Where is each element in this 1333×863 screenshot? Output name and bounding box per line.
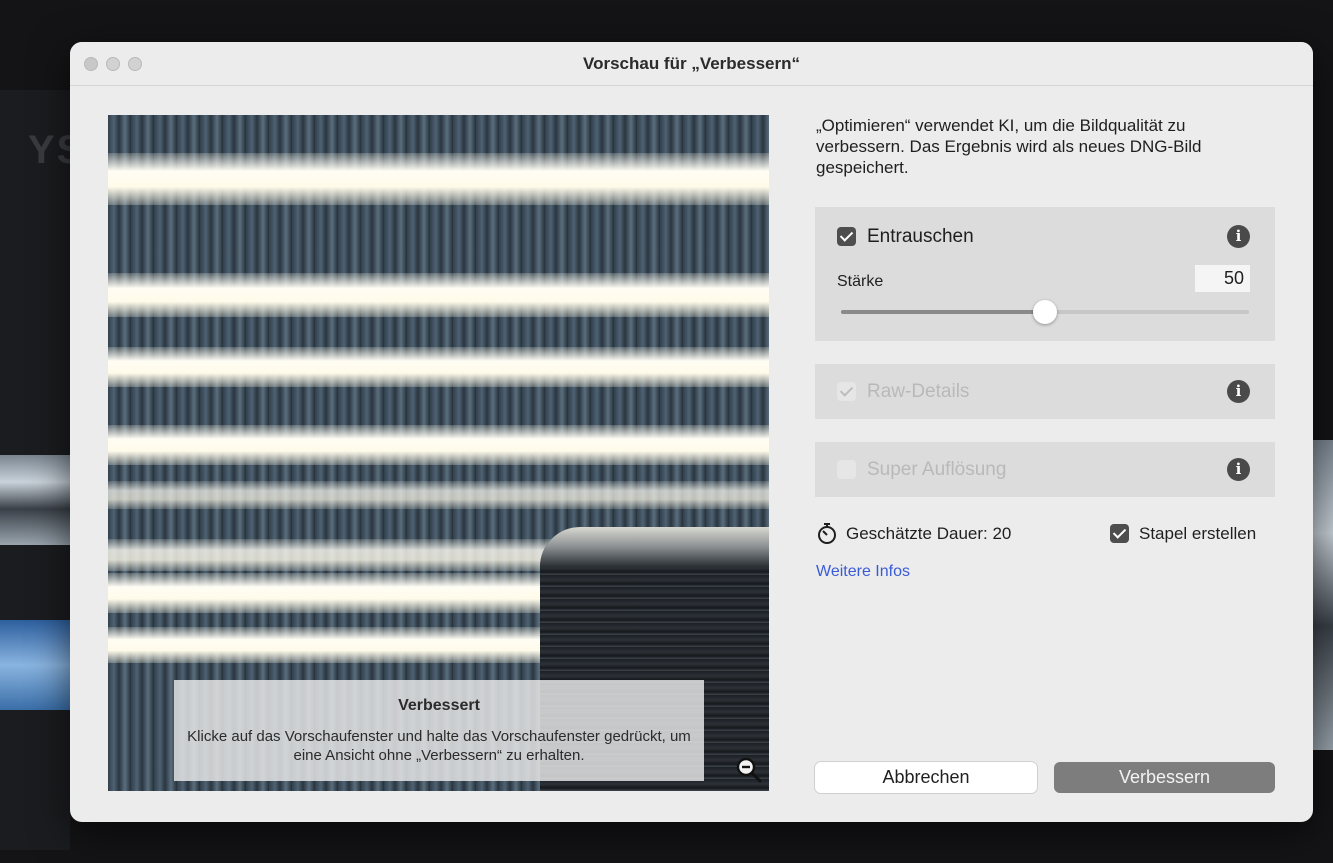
background-light-strip-right [1313,440,1333,750]
super-resolution-label: Super Auflösung [867,459,1007,480]
estimated-duration: Geschätzte Dauer: 20 [846,524,1012,543]
preview-light-band [108,481,769,509]
zoom-out-icon[interactable] [734,755,764,785]
stopwatch-icon [818,523,836,544]
denoise-info-icon[interactable]: i [1227,225,1250,248]
super-resolution-checkbox[interactable] [837,460,856,479]
create-stack-checkbox[interactable] [1110,524,1129,543]
denoise-label: Entrauschen [867,226,974,247]
preview-light-band [108,153,769,205]
enhanced-preview-image[interactable]: Verbessert Klicke auf das Vorschaufenste… [108,115,769,791]
preview-light-band [108,273,769,317]
enhance-button[interactable]: Verbessern [1054,762,1275,793]
raw-details-checkbox[interactable] [837,382,856,401]
estimate-row: Geschätzte Dauer: 20 Stapel erstellen [816,520,1276,546]
strength-label: Stärke [837,273,884,290]
window-title: Vorschau für „Verbessern“ [583,54,800,73]
options-column: „Optimieren“ verwendet KI, um die Bildqu… [816,115,1276,178]
super-resolution-panel: Super Auflösung i [815,442,1275,497]
raw-details-info-icon[interactable]: i [1227,380,1250,403]
strength-slider-thumb[interactable] [1033,300,1057,324]
create-stack-label: Stapel erstellen [1139,524,1257,543]
more-info-link[interactable]: Weitere Infos [816,563,910,581]
denoise-checkbox[interactable] [837,227,856,246]
enhance-description: „Optimieren“ verwendet KI, um die Bildqu… [816,116,1202,177]
cancel-button[interactable]: Abbrechen [815,762,1037,793]
enhance-preview-dialog: Vorschau für „Verbessern“ Verbessert Kli… [70,42,1313,822]
raw-details-panel: Raw-Details i [815,364,1275,419]
preview-hint-text: Klicke auf das Vorschaufenster und halte… [187,728,691,764]
strength-value-field[interactable]: 50 [1195,265,1250,292]
background-light-strip-left [0,455,70,545]
super-resolution-info-icon[interactable]: i [1227,458,1250,481]
strength-slider-fill [841,310,1045,314]
preview-state-title: Verbessert [398,697,480,714]
background-blue-strip-left [0,620,70,710]
strength-slider[interactable] [841,300,1249,324]
title-bar: Vorschau für „Verbessern“ [70,42,1313,86]
preview-light-band [108,425,769,465]
preview-lens-rim [540,527,769,567]
preview-light-band [108,347,769,387]
denoise-panel: Entrauschen i Stärke 50 [815,207,1275,341]
raw-details-label: Raw-Details [867,381,970,402]
preview-hint-overlay: Verbessert Klicke auf das Vorschaufenste… [174,680,704,781]
